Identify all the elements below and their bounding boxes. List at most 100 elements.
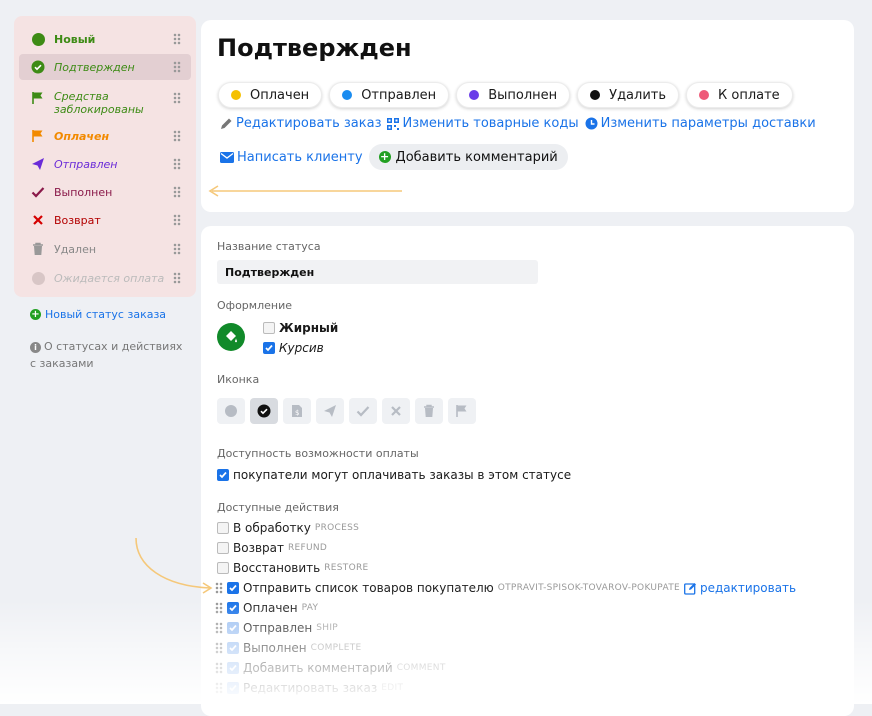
action-checkbox[interactable]	[227, 582, 239, 594]
bold-checkbox-row[interactable]: Жирный	[263, 321, 338, 335]
drag-handle-icon[interactable]	[215, 662, 223, 674]
icon-option-check[interactable]	[349, 398, 377, 424]
sidebar-item-completed[interactable]: Выполнен	[19, 179, 191, 205]
drag-handle-icon[interactable]	[173, 92, 181, 104]
edit-icon	[684, 582, 696, 595]
drag-handle-icon[interactable]	[215, 602, 223, 614]
icon-option-trash[interactable]	[415, 398, 443, 424]
italic-checkbox-row[interactable]: Курсив	[263, 341, 324, 355]
icon-option-circle[interactable]	[217, 398, 245, 424]
status-name-input[interactable]	[217, 260, 538, 284]
add-comment-label: Добавить комментарий	[395, 149, 558, 165]
sidebar-item-funds-blocked[interactable]: Средства заблокированы	[19, 88, 191, 120]
action-code: EDIT	[381, 683, 404, 693]
action-checkbox[interactable]	[217, 542, 229, 554]
info-icon: i	[30, 342, 41, 353]
clock-icon	[585, 117, 598, 130]
check-circle-icon	[31, 60, 45, 74]
action-checkbox[interactable]	[217, 562, 229, 574]
plus-icon: +	[378, 150, 391, 163]
action-row[interactable]: Редактировать заказ EDIT	[215, 681, 403, 695]
icon-option-check-circle[interactable]	[250, 398, 278, 424]
payment-availability-label: Доступность возможности оплаты	[217, 447, 419, 460]
order-links-row: Редактировать заказ Изменить товарные ко…	[220, 116, 816, 131]
drag-handle-icon[interactable]	[215, 682, 223, 694]
drag-handle-icon[interactable]	[173, 61, 181, 73]
action-checkbox[interactable]	[227, 602, 239, 614]
change-delivery-link[interactable]: Изменить параметры доставки	[585, 116, 816, 131]
icon-option-document[interactable]: $	[283, 398, 311, 424]
sidebar-item-label: Отправлен	[54, 157, 118, 171]
check-icon	[31, 185, 45, 199]
action-row[interactable]: Отправить список товаров покупателю OTPR…	[215, 581, 796, 595]
drag-handle-icon[interactable]	[173, 214, 181, 226]
design-label: Оформление	[217, 299, 292, 312]
sidebar-item-label: Средства заблокированы	[54, 90, 144, 116]
action-label: Отправить список товаров покупателю	[243, 581, 494, 595]
action-row[interactable]: Отправлен SHIP	[215, 621, 338, 635]
drag-handle-icon[interactable]	[215, 582, 223, 594]
drag-handle-icon[interactable]	[173, 33, 181, 45]
drag-handle-icon[interactable]	[173, 130, 181, 142]
sidebar-item-paid[interactable]: Оплачен	[19, 123, 191, 149]
circle-icon	[31, 32, 45, 46]
add-comment-button[interactable]: + Добавить комментарий	[368, 144, 568, 170]
new-status-link[interactable]: + Новый статус заказа	[30, 308, 166, 321]
icon-option-cross[interactable]	[382, 398, 410, 424]
drag-handle-icon[interactable]	[173, 272, 181, 284]
sidebar-item-label: Подтвержден	[54, 60, 135, 74]
icon-option-paper-plane[interactable]	[316, 398, 344, 424]
action-to-payment-button[interactable]: К оплате	[686, 82, 793, 108]
action-row[interactable]: Выполнен COMPLETE	[215, 641, 362, 655]
drag-handle-icon[interactable]	[173, 158, 181, 170]
circle-icon	[699, 90, 710, 100]
action-paid-button[interactable]: Оплачен	[218, 82, 323, 108]
action-checkbox[interactable]	[227, 622, 239, 634]
action-label: В обработку	[233, 521, 311, 535]
action-row[interactable]: В обработку PROCESS	[217, 521, 359, 535]
drag-handle-icon[interactable]	[215, 622, 223, 634]
flag-icon	[31, 129, 45, 143]
sidebar-item-confirmed[interactable]: Подтвержден	[19, 54, 191, 80]
sidebar-item-refund[interactable]: Возврат	[19, 207, 191, 233]
write-client-link[interactable]: Написать клиенту	[220, 150, 363, 165]
payment-checkbox-row[interactable]: покупатели могут оплачивать заказы в это…	[217, 468, 571, 482]
drag-handle-icon[interactable]	[215, 642, 223, 654]
color-picker-button[interactable]	[217, 323, 245, 351]
action-code: REFUND	[288, 543, 328, 553]
drag-handle-icon[interactable]	[173, 243, 181, 255]
action-row[interactable]: Добавить комментарий COMMENT	[215, 661, 446, 675]
action-checkbox[interactable]	[217, 522, 229, 534]
sidebar-item-deleted[interactable]: Удален	[19, 236, 191, 262]
sidebar-item-shipped[interactable]: Отправлен	[19, 151, 191, 177]
change-codes-link[interactable]: Изменить товарные коды	[387, 116, 579, 131]
action-code: SHIP	[316, 623, 338, 633]
italic-label: Курсив	[279, 341, 324, 355]
trash-icon	[31, 242, 45, 256]
action-row[interactable]: Оплачен PAY	[215, 601, 318, 615]
svg-text:$: $	[295, 409, 299, 417]
action-delete-button[interactable]: Удалить	[577, 82, 680, 108]
about-statuses-link[interactable]: iО статусах и действиях с заказами	[30, 338, 190, 372]
sidebar-item-awaiting-payment[interactable]: Ожидается оплата	[19, 265, 191, 291]
action-checkbox[interactable]	[227, 642, 239, 654]
payment-checkbox[interactable]	[217, 469, 229, 481]
pointer-arrow-icon	[135, 537, 213, 594]
action-code: COMMENT	[396, 663, 446, 673]
drag-handle-icon[interactable]	[173, 186, 181, 198]
action-checkbox[interactable]	[227, 682, 239, 694]
plus-icon: +	[30, 309, 41, 320]
action-code: COMPLETE	[310, 643, 362, 653]
action-row[interactable]: Восстановить RESTORE	[217, 561, 369, 575]
action-checkbox[interactable]	[227, 662, 239, 674]
sidebar-item-new[interactable]: Новый	[19, 26, 191, 52]
cross-icon	[391, 406, 401, 416]
icon-option-flag[interactable]	[448, 398, 476, 424]
action-completed-button[interactable]: Выполнен	[456, 82, 571, 108]
edit-order-link[interactable]: Редактировать заказ	[220, 116, 381, 131]
action-shipped-button[interactable]: Отправлен	[329, 82, 450, 108]
edit-action-link[interactable]: редактировать	[684, 581, 796, 595]
bold-checkbox[interactable]	[263, 322, 275, 334]
italic-checkbox[interactable]	[263, 342, 275, 354]
action-row[interactable]: Возврат REFUND	[217, 541, 327, 555]
